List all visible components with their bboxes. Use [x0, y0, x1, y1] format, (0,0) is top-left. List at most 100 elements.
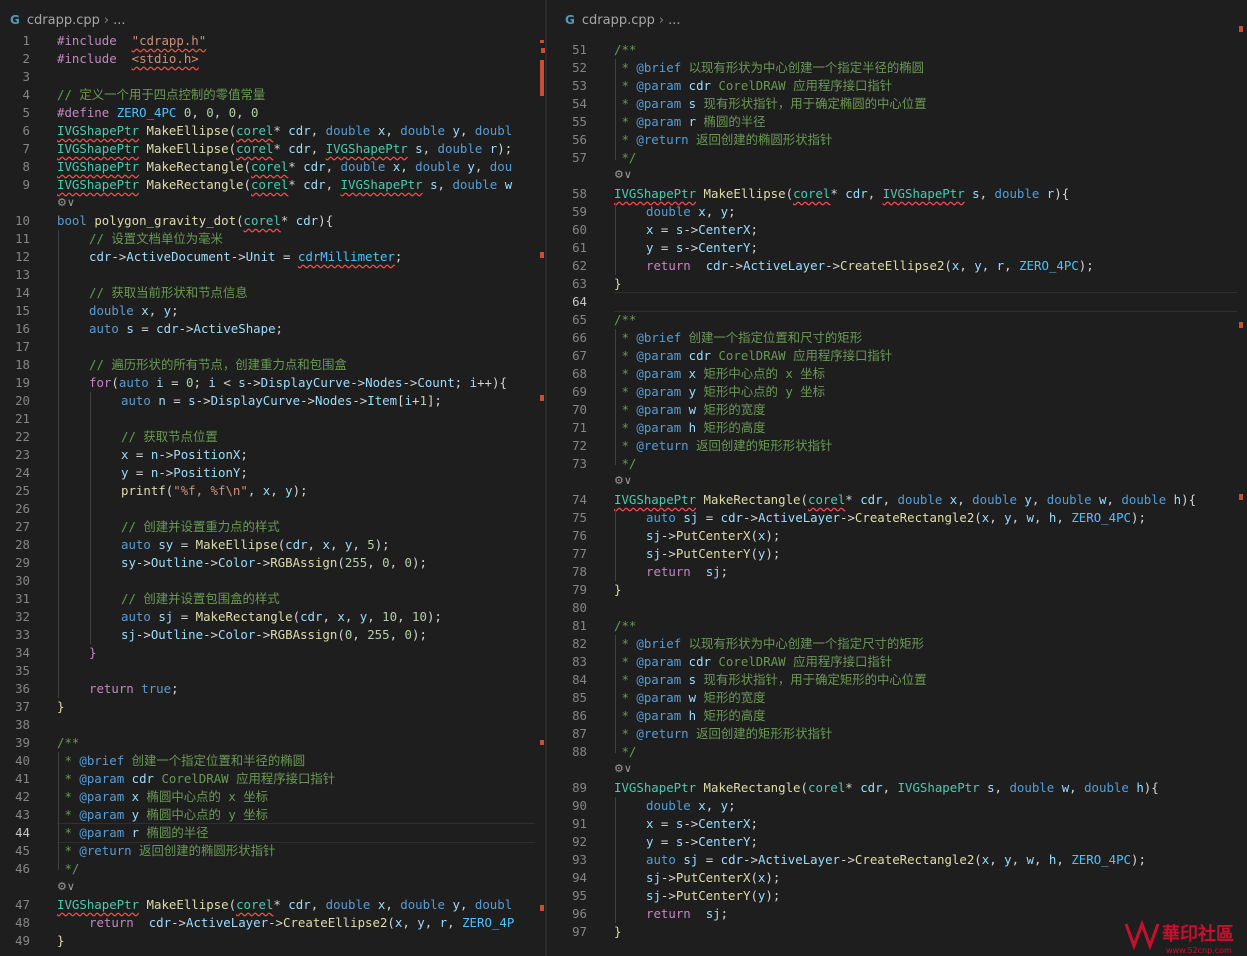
code-text[interactable]: // 遍历形状的所有节点，创建重力点和包围盒 — [89, 356, 347, 374]
breadcrumb-file[interactable]: cdrapp.cpp — [27, 13, 100, 28]
code-text[interactable]: * @return 返回创建的矩形形状指针 — [614, 725, 832, 743]
code-text[interactable]: * @param cdr CorelDRAW 应用程序接口指针 — [614, 653, 892, 671]
code-lens-gear-icon[interactable]: ⚙︎∨ — [614, 474, 632, 488]
breadcrumb[interactable]: G cdrapp.cpp › ... — [10, 8, 125, 32]
code-line[interactable]: 77 sj->PutCenterY(y); — [547, 545, 1247, 563]
code-line[interactable]: 37} — [0, 698, 545, 716]
scrollbar-marker[interactable] — [540, 40, 544, 43]
code-text[interactable]: * @param r 椭圆的半径 — [57, 824, 208, 842]
code-line[interactable]: 39 /** — [0, 734, 545, 752]
scrollbar-marker[interactable] — [1239, 322, 1243, 328]
code-line[interactable]: 78 return sj; — [547, 563, 1247, 581]
code-text[interactable]: } — [614, 581, 621, 599]
code-line[interactable]: 54 * @param s 现有形状指针，用于确定椭圆的中心位置 — [547, 95, 1247, 113]
code-text[interactable]: return sj; — [646, 563, 728, 581]
code-text[interactable]: auto sj = cdr->ActiveLayer->CreateRectan… — [646, 509, 1146, 527]
code-text[interactable]: return true; — [89, 680, 179, 698]
code-text[interactable]: auto n = s->DisplayCurve->Nodes->Item[i+… — [121, 392, 442, 410]
code-line[interactable]: 4 // 定义一个用于四点控制的零值常量 — [0, 86, 545, 104]
code-line[interactable]: 9 IVGShapePtr MakeRectangle(corel* cdr, I… — [0, 176, 545, 194]
code-text[interactable]: return cdr->ActiveLayer->CreateEllipse2(… — [646, 257, 1094, 275]
code-text[interactable]: * @param r 椭圆的半径 — [614, 113, 765, 131]
code-text[interactable]: /** — [57, 734, 79, 752]
code-line[interactable]: 34} — [0, 644, 545, 662]
code-text[interactable]: } — [614, 923, 621, 941]
code-text[interactable]: } — [57, 698, 64, 716]
code-text[interactable]: auto s = cdr->ActiveShape; — [89, 320, 283, 338]
code-line[interactable]: 16 auto s = cdr->ActiveShape; — [0, 320, 545, 338]
code-line[interactable]: 83 * @param cdr CorelDRAW 应用程序接口指针 — [547, 653, 1247, 671]
code-line[interactable]: 10 bool polygon_gravity_dot(corel* cdr){ — [0, 212, 545, 230]
breadcrumb-more[interactable]: ... — [113, 13, 125, 28]
code-text[interactable]: sj->PutCenterX(x); — [646, 527, 780, 545]
scrollbar-marker[interactable] — [1239, 494, 1243, 500]
code-line[interactable]: 57 */ — [547, 149, 1247, 167]
code-line[interactable]: 79} — [547, 581, 1247, 599]
scrollbar-marker[interactable] — [1239, 26, 1243, 32]
code-text[interactable]: // 创建并设置包围盒的样式 — [121, 590, 280, 608]
code-line[interactable]: 32 auto sj = MakeRectangle(cdr, x, y, 10,… — [0, 608, 545, 626]
code-line[interactable]: 11 // 设置文档单位为毫米 — [0, 230, 545, 248]
code-line[interactable]: 13 — [0, 266, 545, 284]
code-line[interactable]: 26 — [0, 500, 545, 518]
code-line[interactable]: 29 sy->Outline->Color->RGBAssign(255, 0, … — [0, 554, 545, 572]
code-line[interactable]: 31 // 创建并设置包围盒的样式 — [0, 590, 545, 608]
code-text[interactable]: /** — [614, 617, 636, 635]
code-line[interactable]: 76 sj->PutCenterX(x); — [547, 527, 1247, 545]
code-text[interactable]: IVGShapePtr MakeEllipse(corel* cdr, IVGS… — [614, 185, 1069, 203]
code-text[interactable]: // 设置文档单位为毫米 — [89, 230, 223, 248]
code-line[interactable]: 81 /** — [547, 617, 1247, 635]
code-line[interactable]: 68 * @param x 矩形中心点的 x 坐标 — [547, 365, 1247, 383]
code-text[interactable]: // 定义一个用于四点控制的零值常量 — [57, 86, 265, 104]
code-line[interactable]: 65 /** — [547, 311, 1247, 329]
code-line[interactable]: 58 IVGShapePtr MakeEllipse(corel* cdr, IV… — [547, 185, 1247, 203]
code-line[interactable]: 17 — [0, 338, 545, 356]
scrollbar-marker[interactable] — [540, 60, 544, 96]
code-line[interactable]: 75 auto sj = cdr->ActiveLayer->CreateRect… — [547, 509, 1247, 527]
code-text[interactable]: */ — [614, 149, 636, 167]
code-line[interactable]: 53 * @param cdr CorelDRAW 应用程序接口指针 — [547, 77, 1247, 95]
code-lens-gear-icon[interactable]: ⚙︎∨ — [57, 196, 75, 210]
code-text[interactable]: for(auto i = 0; i < s->DisplayCurve->Nod… — [89, 374, 507, 392]
code-line[interactable]: 1 #include "cdrapp.h" — [0, 32, 545, 50]
code-line[interactable]: 91 x = s->CenterX; — [547, 815, 1247, 833]
code-text[interactable]: sj->PutCenterY(y); — [646, 545, 780, 563]
code-line[interactable]: 45 * @return 返回创建的椭圆形状指针 — [0, 842, 545, 860]
code-text[interactable]: x = s->CenterX; — [646, 815, 758, 833]
code-line[interactable]: 30 — [0, 572, 545, 590]
code-line[interactable]: 8 IVGShapePtr MakeRectangle(corel* cdr, d… — [0, 158, 545, 176]
code-line[interactable]: 7 IVGShapePtr MakeEllipse(corel* cdr, IVG… — [0, 140, 545, 158]
code-line[interactable]: 61 y = s->CenterY; — [547, 239, 1247, 257]
code-line[interactable]: 71 * @param h 矩形的高度 — [547, 419, 1247, 437]
code-text[interactable]: * @param y 矩形中心点的 y 坐标 — [614, 383, 825, 401]
code-line[interactable]: 23 x = n->PositionX; — [0, 446, 545, 464]
code-text[interactable]: sj->PutCenterX(x); — [646, 869, 780, 887]
code-text[interactable]: #include <stdio.h> — [57, 50, 199, 68]
code-text[interactable]: * @return 返回创建的椭圆形状指针 — [614, 131, 832, 149]
code-text[interactable]: /** — [614, 41, 636, 59]
code-text[interactable]: printf("%f, %f\n", x, y); — [121, 482, 308, 500]
code-line[interactable]: 94 sj->PutCenterX(x); — [547, 869, 1247, 887]
code-line[interactable]: 42 * @param x 椭圆中心点的 x 坐标 — [0, 788, 545, 806]
code-text[interactable]: IVGShapePtr MakeEllipse(corel* cdr, IVGS… — [57, 140, 512, 158]
code-line[interactable]: 70 * @param w 矩形的宽度 — [547, 401, 1247, 419]
code-text[interactable]: double x, y; — [89, 302, 179, 320]
code-text[interactable]: * @param x 矩形中心点的 x 坐标 — [614, 365, 825, 383]
code-line[interactable]: 19 for(auto i = 0; i < s->DisplayCurve->N… — [0, 374, 545, 392]
code-text[interactable]: y = s->CenterY; — [646, 239, 758, 257]
code-line[interactable]: 38 — [0, 716, 545, 734]
code-text[interactable]: * @param w 矩形的宽度 — [614, 401, 765, 419]
code-line[interactable]: 47 IVGShapePtr MakeEllipse(corel* cdr, do… — [0, 896, 545, 914]
code-text[interactable]: bool polygon_gravity_dot(corel* cdr){ — [57, 212, 333, 230]
code-lens-gear-icon[interactable]: ⚙︎∨ — [57, 880, 75, 894]
code-text[interactable]: /** — [614, 311, 636, 329]
code-line[interactable]: 60 x = s->CenterX; — [547, 221, 1247, 239]
code-text[interactable]: // 创建并设置重力点的样式 — [121, 518, 280, 536]
code-text[interactable]: * @param cdr CorelDRAW 应用程序接口指针 — [57, 770, 335, 788]
code-text[interactable]: */ — [614, 455, 636, 473]
code-text[interactable]: * @param h 矩形的高度 — [614, 419, 765, 437]
code-line[interactable]: 88 */ — [547, 743, 1247, 761]
code-line[interactable]: 63} — [547, 275, 1247, 293]
editor-pane-right[interactable]: G cdrapp.cpp › ... 51 /** 52 * @brief 以现有形… — [547, 0, 1247, 956]
code-line[interactable]: 95 sj->PutCenterY(y); — [547, 887, 1247, 905]
